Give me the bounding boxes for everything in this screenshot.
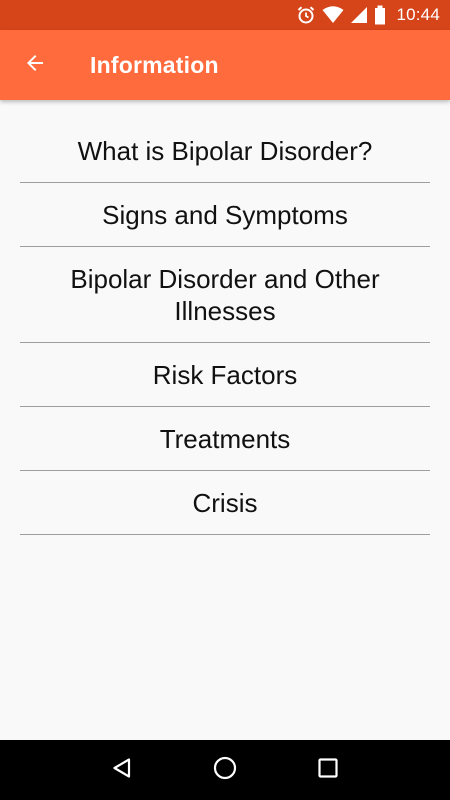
battery-icon	[374, 5, 386, 25]
menu-item-label: Signs and Symptoms	[102, 200, 348, 230]
nav-home-button[interactable]	[205, 750, 245, 790]
recents-square-icon	[316, 756, 340, 785]
menu-item-signs-symptoms[interactable]: Signs and Symptoms	[20, 183, 430, 247]
alarm-icon	[296, 5, 316, 25]
menu-item-label: What is Bipolar Disorder?	[77, 136, 373, 166]
app-bar: Information	[0, 30, 450, 100]
arrow-back-icon	[23, 51, 47, 80]
status-time: 10:44	[396, 5, 440, 24]
back-triangle-icon	[110, 756, 134, 785]
menu-item-label: Treatments	[159, 424, 291, 454]
nav-back-button[interactable]	[102, 750, 142, 790]
menu-item-label: Crisis	[192, 488, 258, 518]
information-menu: What is Bipolar Disorder? Signs and Symp…	[20, 100, 430, 535]
system-nav-bar	[0, 740, 450, 800]
nav-recents-button[interactable]	[308, 750, 348, 790]
menu-item-label: Risk Factors	[152, 360, 298, 390]
signal-icon	[350, 6, 368, 24]
menu-item-risk-factors[interactable]: Risk Factors	[20, 343, 430, 407]
menu-item-other-illnesses[interactable]: Bipolar Disorder and Other Illnesses	[20, 247, 430, 343]
information-content: What is Bipolar Disorder? Signs and Symp…	[0, 100, 450, 740]
menu-item-label: Bipolar Disorder and Other Illnesses	[70, 264, 380, 326]
back-button[interactable]	[0, 30, 70, 100]
menu-item-treatments[interactable]: Treatments	[20, 407, 430, 471]
home-circle-icon	[212, 755, 238, 786]
menu-item-what-is-bipolar[interactable]: What is Bipolar Disorder?	[20, 119, 430, 183]
page-title: Information	[90, 51, 219, 78]
status-bar: 10:44	[0, 0, 450, 30]
wifi-icon	[322, 6, 344, 24]
menu-item-crisis[interactable]: Crisis	[20, 471, 430, 535]
